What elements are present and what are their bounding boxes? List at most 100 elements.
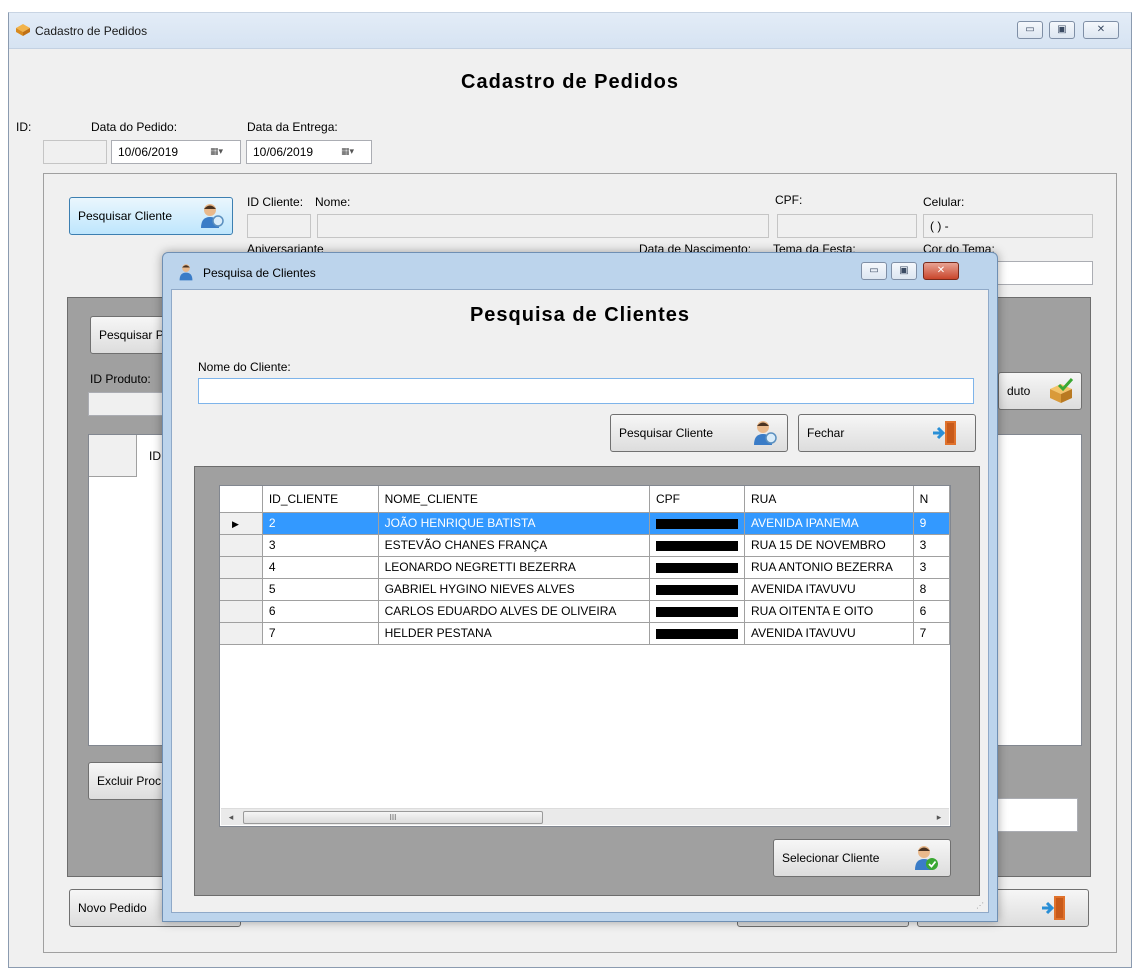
cell-rua[interactable]: AVENIDA ITAVUVU: [744, 622, 914, 645]
cell-id[interactable]: 5: [262, 578, 379, 601]
celular-field[interactable]: ( ) -: [923, 214, 1093, 238]
client-search-dialog: Pesquisa de Clientes ▭ ▣ ✕ Pesquisa de C…: [162, 252, 998, 922]
dialog-body: Pesquisa de Clientes Nome do Cliente: Pe…: [171, 289, 989, 913]
cell-numero[interactable]: 3: [913, 534, 950, 557]
close-button[interactable]: ✕: [1083, 21, 1119, 39]
add-product-button-label: duto: [1007, 384, 1031, 398]
scroll-right-icon[interactable]: ▸: [931, 810, 947, 825]
resize-grip-icon[interactable]: ⋰: [976, 901, 984, 910]
column-header[interactable]: N: [913, 486, 950, 513]
search-client-button[interactable]: Pesquisar Cliente: [69, 197, 233, 235]
row-header[interactable]: [220, 556, 263, 579]
cell-id[interactable]: 2: [262, 512, 379, 535]
row-header[interactable]: [220, 578, 263, 601]
dialog-minimize-button[interactable]: ▭: [861, 262, 887, 280]
clients-table[interactable]: ID_CLIENTE NOME_CLIENTE CPF RUA N ▶ 2 JO…: [220, 486, 950, 645]
search-client-button-label: Pesquisar Cliente: [78, 209, 173, 223]
grid-corner: [220, 486, 263, 513]
table-row[interactable]: 6 CARLOS EDUARDO ALVES DE OLIVEIRA RUA O…: [220, 600, 950, 623]
cell-cpf[interactable]: [649, 556, 746, 579]
redacted-cpf: [656, 562, 739, 573]
horizontal-scrollbar[interactable]: ◂ III ▸: [221, 808, 949, 825]
table-row[interactable]: 3 ESTEVÃO CHANES FRANÇA RUA 15 DE NOVEMB…: [220, 534, 950, 557]
minimize-button[interactable]: ▭: [1017, 21, 1043, 39]
cell-nome[interactable]: CARLOS EDUARDO ALVES DE OLIVEIRA: [378, 600, 651, 623]
cell-rua[interactable]: RUA ANTONIO BEZERRA: [744, 556, 914, 579]
cpf-field[interactable]: [777, 214, 917, 238]
delivery-date-picker[interactable]: 10/06/2019 ▦▾: [246, 140, 372, 164]
cell-nome[interactable]: JOÃO HENRIQUE BATISTA: [378, 512, 651, 535]
calendar-dropdown-icon[interactable]: ▦▾: [210, 146, 234, 158]
main-titlebar[interactable]: Cadastro de Pedidos ▭ ▣ ✕: [9, 13, 1131, 49]
dialog-close-action-button[interactable]: Fechar: [798, 414, 976, 452]
scroll-left-icon[interactable]: ◂: [223, 810, 239, 825]
column-header[interactable]: RUA: [744, 486, 914, 513]
cell-rua[interactable]: RUA 15 DE NOVEMBRO: [744, 534, 914, 557]
cell-rua[interactable]: AVENIDA IPANEMA: [744, 512, 914, 535]
exit-door-icon: [1042, 896, 1065, 920]
cell-numero[interactable]: 8: [913, 578, 950, 601]
column-header[interactable]: CPF: [649, 486, 746, 513]
client-id-field[interactable]: [247, 214, 311, 238]
clients-grid[interactable]: ID_CLIENTE NOME_CLIENTE CPF RUA N ▶ 2 JO…: [219, 485, 951, 827]
row-header[interactable]: [220, 622, 263, 645]
cell-nome[interactable]: LEONARDO NEGRETTI BEZERRA: [378, 556, 651, 579]
cell-cpf[interactable]: [649, 578, 746, 601]
order-date-label: Data do Pedido:: [91, 120, 178, 134]
celular-label: Celular:: [923, 195, 965, 209]
client-name-input[interactable]: [198, 378, 974, 404]
row-header[interactable]: [220, 534, 263, 557]
cell-nome[interactable]: GABRIEL HYGINO NIEVES ALVES: [378, 578, 651, 601]
id-field[interactable]: [43, 140, 107, 164]
user-icon: [179, 264, 193, 281]
maximize-button[interactable]: ▣: [1049, 21, 1075, 39]
column-header[interactable]: ID_CLIENTE: [262, 486, 379, 513]
grid-corner: [89, 435, 137, 477]
table-row[interactable]: 5 GABRIEL HYGINO NIEVES ALVES AVENIDA IT…: [220, 578, 950, 601]
row-header[interactable]: ▶: [220, 512, 263, 535]
cell-nome[interactable]: ESTEVÃO CHANES FRANÇA: [378, 534, 651, 557]
calendar-dropdown-icon[interactable]: ▦▾: [341, 146, 365, 158]
cell-cpf[interactable]: [649, 600, 746, 623]
cell-numero[interactable]: 3: [913, 556, 950, 579]
cell-numero[interactable]: 6: [913, 600, 950, 623]
dialog-close-button[interactable]: ✕: [923, 262, 959, 280]
user-check-icon: [915, 846, 938, 870]
cell-nome[interactable]: HELDER PESTANA: [378, 622, 651, 645]
cell-cpf[interactable]: [649, 622, 746, 645]
client-id-label: ID Cliente:: [247, 195, 304, 209]
table-row[interactable]: 4 LEONARDO NEGRETTI BEZERRA RUA ANTONIO …: [220, 556, 950, 579]
cell-cpf[interactable]: [649, 512, 746, 535]
product-id-label: ID Produto:: [90, 372, 151, 386]
user-search-icon: [201, 204, 224, 228]
cell-id[interactable]: 3: [262, 534, 379, 557]
cell-id[interactable]: 7: [262, 622, 379, 645]
name-label: Nome:: [315, 195, 351, 209]
table-row[interactable]: 7 HELDER PESTANA AVENIDA ITAVUVU 7: [220, 622, 950, 645]
client-name-field[interactable]: [317, 214, 769, 238]
row-header[interactable]: [220, 600, 263, 623]
column-header[interactable]: NOME_CLIENTE: [378, 486, 651, 513]
cell-id[interactable]: 4: [262, 556, 379, 579]
dialog-search-button[interactable]: Pesquisar Cliente: [610, 414, 788, 452]
cell-numero[interactable]: 7: [913, 622, 950, 645]
total-field[interactable]: [996, 798, 1078, 832]
redacted-cpf: [656, 628, 739, 639]
dialog-maximize-button[interactable]: ▣: [891, 262, 917, 280]
page-title: Cadastro de Pedidos: [461, 71, 679, 93]
order-date-value: 10/06/2019: [118, 145, 179, 159]
order-date-picker[interactable]: 10/06/2019 ▦▾: [111, 140, 241, 164]
grid-id-header: ID: [149, 449, 161, 463]
cell-cpf[interactable]: [649, 534, 746, 557]
id-label: ID:: [16, 120, 32, 134]
cell-rua[interactable]: RUA OITENTA E OITO: [744, 600, 914, 623]
cell-numero[interactable]: 9: [913, 512, 950, 535]
scroll-thumb[interactable]: III: [243, 811, 543, 824]
delivery-date-label: Data da Entrega:: [247, 120, 338, 134]
select-client-button[interactable]: Selecionar Cliente: [773, 839, 951, 877]
dialog-heading: Pesquisa de Clientes: [469, 304, 691, 326]
cell-rua[interactable]: AVENIDA ITAVUVU: [744, 578, 914, 601]
cell-id[interactable]: 6: [262, 600, 379, 623]
add-product-button[interactable]: duto: [998, 372, 1082, 410]
table-row[interactable]: ▶ 2 JOÃO HENRIQUE BATISTA AVENIDA IPANEM…: [220, 512, 950, 535]
